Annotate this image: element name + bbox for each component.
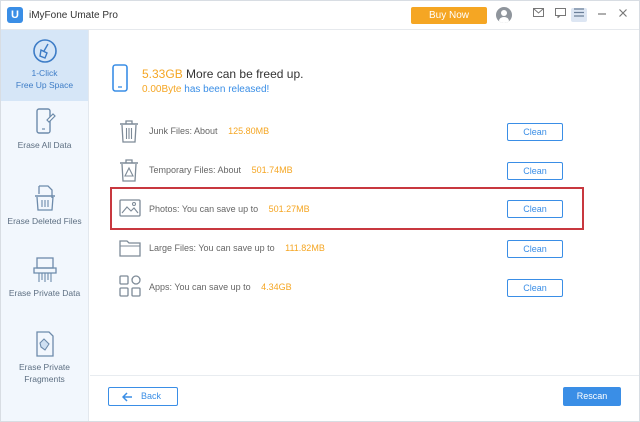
sidebar-item-label: Erase Deleted Files [7,216,82,226]
row-text: Junk Files: About 125.80MB [149,126,269,136]
trash-file-icon [34,185,55,211]
row-label: Large Files: [149,243,197,253]
clean-junk-files-button[interactable]: Clean [507,123,563,141]
clean-photos-button[interactable]: Clean [507,200,563,218]
row-label: Temporary Files: [149,165,216,175]
back-button[interactable]: Back [108,387,178,406]
sidebar-item-free-up-space[interactable]: 1-Click Free Up Space [1,30,88,101]
sidebar-item-label: Erase All Data [17,140,72,150]
phone-icon [112,64,128,92]
list-item-apps: Apps: You can save up to 4.34GB Clean [112,272,582,302]
buy-now-button[interactable]: Buy Now [411,7,487,24]
row-prefix: About [194,126,218,136]
shredder-icon [32,257,57,282]
row-prefix: You can save up to [198,243,275,253]
released-summary: 0.00Byte has been released! [142,84,269,95]
sidebar-item-label: Erase Private [18,362,71,372]
photo-icon [119,199,141,217]
folder-icon [119,240,141,257]
phone-erase-icon [35,108,56,134]
mail-icon[interactable] [530,8,546,22]
list-item-temporary-files: Temporary Files: About 501.74MB Clean [112,155,582,185]
row-label: Junk Files: [149,126,193,136]
close-icon[interactable] [615,8,631,22]
row-prefix: About [217,165,242,175]
row-value: 4.34GB [261,282,292,292]
fragments-icon [35,331,54,357]
row-prefix: You can save up to [181,204,259,214]
apps-icon [119,275,141,297]
clean-apps-button[interactable]: Clean [507,279,563,297]
released-size: 0.00Byte [142,84,182,95]
app-title: iMyFone Umate Pro [29,10,118,21]
list-item-junk-files: Junk Files: About 125.80MB Clean [112,116,582,146]
sidebar-item-erase-private-fragments[interactable]: Erase Private Fragments [1,330,88,394]
app-window: U iMyFone Umate Pro Buy Now 1-Click Free… [0,0,640,422]
sidebar-item-erase-private-data[interactable]: Erase Private Data [1,256,88,316]
row-prefix: You can save up to [174,282,251,292]
broom-icon [32,39,57,63]
menu-icon[interactable] [571,8,587,22]
sidebar-item-label: Erase Private Data [8,288,81,298]
clean-temporary-files-button[interactable]: Clean [507,162,563,180]
sidebar-item-erase-all-data[interactable]: Erase All Data [1,108,88,168]
row-value: 501.74MB [251,165,293,175]
row-value: 501.27MB [268,204,310,214]
row-text: Photos: You can save up to 501.27MB [149,204,310,214]
row-label: Apps: [149,282,173,292]
row-value: 125.80MB [228,126,270,136]
list-item-photos: Photos: You can save up to 501.27MB Clea… [110,187,584,230]
sidebar: 1-Click Free Up Space Erase All Data Era… [1,30,89,421]
sidebar-item-label-line2: Free Up Space [15,80,74,90]
footer-divider [90,375,639,376]
row-text: Temporary Files: About 501.74MB [149,165,293,175]
title-bar: U iMyFone Umate Pro Buy Now [1,1,639,30]
sidebar-item-erase-deleted-files[interactable]: Erase Deleted Files [1,184,88,244]
row-text: Large Files: You can save up to 111.82MB [149,243,325,253]
clean-large-files-button[interactable]: Clean [507,240,563,258]
minimize-icon[interactable] [594,8,610,22]
back-label: Back [141,391,162,401]
rescan-button[interactable]: Rescan [563,387,621,406]
app-logo-icon: U [7,7,23,23]
main-panel: 5.33GB More can be freed up. 0.00Byte ha… [90,31,639,421]
freeable-summary: 5.33GB More can be freed up. [142,67,303,81]
trash-icon [120,120,138,143]
freeable-size: 5.33GB [142,67,183,81]
sidebar-item-label: 1-Click [31,68,58,78]
row-value: 111.82MB [285,243,325,253]
list-item-large-files: Large Files: You can save up to 111.82MB… [112,233,582,263]
avatar[interactable] [496,7,512,23]
row-text: Apps: You can save up to 4.34GB [149,282,292,292]
row-label: Photos: [149,204,180,214]
sidebar-item-label-line2: Fragments [24,374,65,384]
released-text: has been released! [184,84,270,95]
back-arrow-icon [121,388,133,408]
freeable-text: More can be freed up. [186,67,304,81]
temp-trash-icon [120,159,138,182]
chat-icon[interactable] [552,8,568,22]
